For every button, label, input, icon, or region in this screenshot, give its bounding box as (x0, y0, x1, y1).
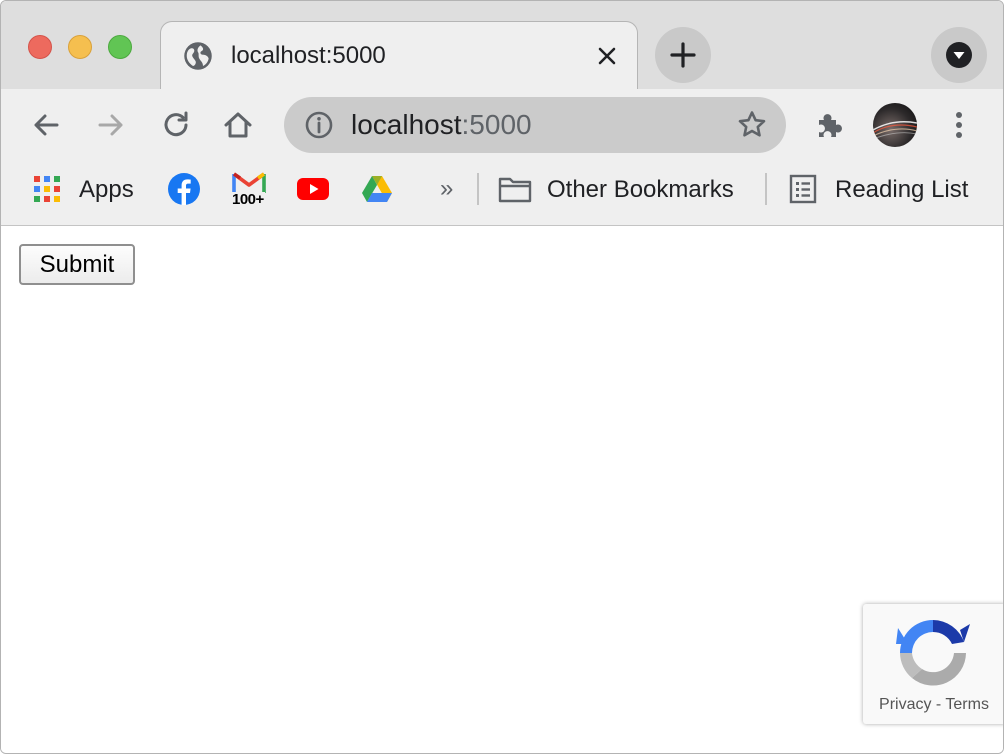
recaptcha-badge[interactable]: Privacy - Terms (863, 604, 1003, 724)
new-tab-button[interactable] (655, 27, 711, 83)
submit-button[interactable]: Submit (19, 244, 135, 285)
address-text: localhost:5000 (351, 110, 532, 140)
recaptcha-privacy-link[interactable]: Privacy (879, 696, 931, 713)
home-icon[interactable] (221, 108, 255, 142)
apps-grid-icon[interactable] (33, 175, 61, 203)
tab-localhost[interactable]: localhost:5000 (160, 21, 638, 89)
gmail-bookmark[interactable]: 100+ (231, 171, 267, 211)
bookmark-reading-list[interactable]: Reading List (835, 176, 968, 204)
reading-list-icon[interactable] (789, 174, 817, 204)
browser-toolbar: localhost:5000 (1, 89, 1003, 161)
google-drive-icon[interactable] (361, 175, 393, 203)
chevron-down-circle-icon (946, 42, 972, 68)
gmail-unread-badge: 100+ (231, 191, 265, 208)
window-maximize-button[interactable] (108, 35, 132, 59)
bookmarks-separator (477, 173, 479, 205)
address-port: :5000 (461, 109, 532, 140)
tab-strip: localhost:5000 (1, 1, 1003, 89)
page-content: Submit Privacy - Terms (1, 226, 1003, 753)
profile-avatar[interactable] (873, 103, 917, 147)
forward-arrow-icon[interactable] (94, 108, 128, 142)
back-arrow-icon[interactable] (29, 108, 63, 142)
recaptcha-terms-link[interactable]: Terms (945, 696, 989, 713)
reload-icon[interactable] (159, 108, 193, 142)
recaptcha-separator: - (931, 696, 946, 713)
globe-icon (184, 42, 212, 70)
more-bookmarks-chevron[interactable]: » (440, 175, 453, 203)
tab-title: localhost:5000 (231, 42, 386, 69)
more-menu-icon[interactable] (942, 108, 976, 142)
bookmarks-bar: Apps 100+ » Other Bookmarks Reading List (1, 161, 1003, 226)
address-bar[interactable]: localhost:5000 (284, 97, 786, 153)
extensions-puzzle-icon[interactable] (814, 107, 848, 141)
tab-search-button[interactable] (931, 27, 987, 83)
recaptcha-logo-icon (896, 620, 970, 686)
bookmark-other-bookmarks[interactable]: Other Bookmarks (547, 176, 734, 204)
window-minimize-button[interactable] (68, 35, 92, 59)
bookmark-star-icon[interactable] (736, 109, 768, 141)
bookmarks-separator (765, 173, 767, 205)
recaptcha-links: Privacy - Terms (863, 694, 1003, 716)
window-close-button[interactable] (28, 35, 52, 59)
browser-window: localhost:5000 localhost:5000 Apps 100+ … (0, 0, 1004, 754)
plus-icon (670, 42, 696, 68)
youtube-icon[interactable] (297, 178, 329, 200)
folder-icon[interactable] (498, 175, 532, 203)
bookmark-apps[interactable]: Apps (79, 176, 134, 204)
address-host: localhost (351, 109, 462, 140)
close-tab-icon[interactable] (595, 44, 619, 68)
info-icon[interactable] (304, 110, 334, 140)
facebook-icon[interactable] (168, 173, 200, 205)
